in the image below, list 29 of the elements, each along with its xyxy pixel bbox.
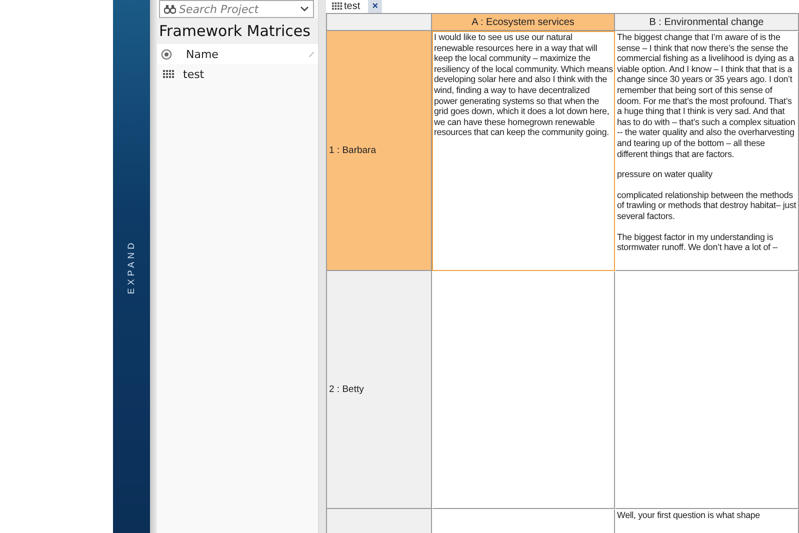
panel-title: Framework Matrices: [157, 18, 318, 44]
row-header[interactable]: 2 : Betty: [327, 271, 432, 509]
cell-text: complicated relationship between the methods of trawling or methods that destroy habitat– just several factors.: [617, 190, 797, 222]
binoculars-icon: [164, 4, 176, 14]
matrix-cell[interactable]: Well, your first question is what shape: [615, 509, 799, 533]
grid-icon: [163, 70, 175, 78]
splitter-bar[interactable]: [318, 0, 326, 533]
matrix-cell[interactable]: [432, 31, 615, 271]
matrix-cell[interactable]: [615, 31, 799, 271]
column-label: Name: [186, 48, 220, 60]
cell-text: I would like to see us use our natural renewable resources here in a way that will keep the local community – maximize the resiliency of the local community. Which means developing solar here and also I think with the wind, finding a way to have decentralized power generating systems so that when the grid goes down, which it does a lot down here, we can have these homegrown renewable resources that can keep the community going.: [434, 32, 613, 138]
tab[interactable]: test: [330, 1, 362, 12]
matrix-cell[interactable]: [432, 271, 615, 509]
expand-button[interactable]: EXPAND: [126, 239, 136, 294]
item-label: test: [183, 68, 204, 80]
cell-text: The biggest factor in my understanding is stormwater runoff. We don’t have a lot of –: [617, 232, 778, 253]
pencil-icon: [309, 52, 314, 56]
column-header[interactable]: B : Environmental change: [615, 14, 799, 31]
cell-text: Well, your first question is what shape: [617, 510, 761, 521]
cell-text: The biggest change that I’m aware of is the sense – I think that now there’s the sense the commercial fishing as a livelihood is dying as a viable option. And I know – I think that that is a change since 30 years or 35 years ago. I don’t remember that being sort of this sense of doom. For me that’s the most profound. That’s a huge thing that I think is very sad. And that has to do with – that’s such a complex situation -- the water quality and also the overharvesting and tearing up of the bottom – all these different things that are factors.: [617, 32, 796, 160]
search-box[interactable]: Search Project: [159, 0, 314, 18]
column-header[interactable]: A : Ecosystem services: [432, 14, 615, 31]
row-header[interactable]: 1 : Barbara: [327, 31, 432, 271]
close-button[interactable]: ×: [368, 0, 382, 13]
grid-icon: [332, 2, 343, 11]
matrix-cell[interactable]: [615, 271, 799, 509]
plus-circle-icon: [161, 48, 172, 60]
chevron-down-icon: [300, 6, 309, 12]
cell-text: pressure on water quality: [617, 169, 714, 180]
